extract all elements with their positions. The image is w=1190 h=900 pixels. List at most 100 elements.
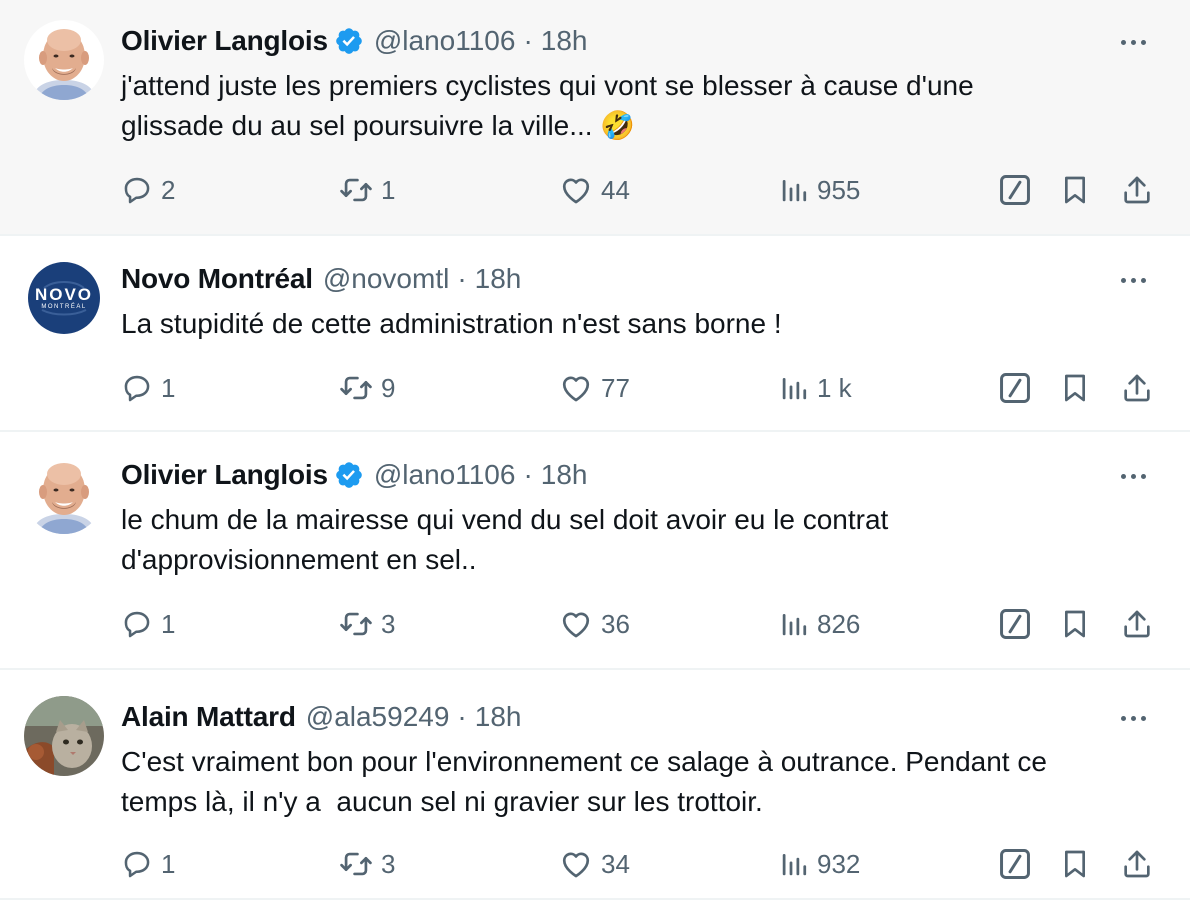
separator: · [523, 25, 533, 56]
tweet-header: Olivier Langlois @lano1106 · 18h [121, 24, 587, 58]
reply-button[interactable]: 1 [121, 370, 175, 406]
more-icon[interactable] [1114, 268, 1152, 292]
tweet-text: La stupidité de cette administration n'e… [121, 304, 1151, 344]
like-count: 36 [601, 608, 630, 639]
tweet-text-line: j'attend juste les premiers cyclistes qu… [121, 70, 974, 101]
author-name[interactable]: Olivier Langlois [121, 458, 328, 492]
tweet-text-line: temps là, il n'y a aucun sel ni gravier … [121, 786, 763, 817]
repost-icon [339, 371, 373, 405]
tweet[interactable]: Olivier Langlois @lano1106 · 18h le chum… [0, 432, 1190, 670]
views-button[interactable]: 1 k [779, 370, 852, 406]
tweet-text-line: d'approvisionnement en sel.. [121, 544, 477, 575]
timestamp[interactable]: 18h [541, 24, 588, 58]
author-name[interactable]: Olivier Langlois [121, 24, 328, 58]
like-icon [559, 173, 593, 207]
repost-button[interactable]: 3 [339, 606, 395, 642]
bookmark-icon[interactable] [1057, 846, 1093, 882]
tweet[interactable]: Olivier Langlois @lano1106 · 18h j'atten… [0, 0, 1190, 236]
repost-button[interactable]: 3 [339, 846, 395, 882]
views-icon [779, 849, 809, 879]
like-count: 44 [601, 174, 630, 205]
like-icon [559, 607, 593, 641]
separator: · [523, 459, 533, 490]
repost-icon [339, 847, 373, 881]
like-count: 77 [601, 372, 630, 403]
like-icon [559, 371, 593, 405]
views-icon [779, 609, 809, 639]
tweet-header: Alain Mattard @ala59249 · 18h [121, 700, 521, 734]
like-icon [559, 847, 593, 881]
bookmark-icon[interactable] [1057, 172, 1093, 208]
repost-button[interactable]: 9 [339, 370, 395, 406]
views-button[interactable]: 932 [779, 846, 860, 882]
separator: · [457, 263, 467, 294]
views-count: 932 [817, 848, 861, 879]
like-button[interactable]: 36 [559, 606, 630, 642]
reply-button[interactable]: 1 [121, 846, 175, 882]
repost-count: 3 [381, 608, 396, 639]
author-handle[interactable]: @lano1106 [374, 458, 516, 492]
repost-count: 1 [381, 174, 396, 205]
repost-count: 9 [381, 372, 396, 403]
reply-button[interactable]: 2 [121, 172, 175, 208]
grok-icon[interactable] [997, 846, 1033, 882]
bald-man-avatar[interactable] [24, 20, 104, 100]
repost-button[interactable]: 1 [339, 172, 395, 208]
author-handle[interactable]: @ala59249 [306, 700, 450, 734]
like-button[interactable]: 44 [559, 172, 630, 208]
novo-montreal-logo[interactable]: NOVO MONTRÉAL [24, 258, 104, 338]
reply-icon [121, 372, 153, 404]
grok-icon[interactable] [997, 172, 1033, 208]
reply-button[interactable]: 1 [121, 606, 175, 642]
timestamp[interactable]: 18h [541, 458, 588, 492]
like-count: 34 [601, 848, 630, 879]
action-bar: 1 9 77 1 k [121, 370, 1161, 406]
separator: · [457, 701, 467, 732]
views-count: 955 [817, 174, 861, 205]
timestamp[interactable]: 18h [475, 262, 522, 296]
author-handle[interactable]: @lano1106 [374, 24, 516, 58]
tweet-text: le chum de la mairesse qui vend du sel d… [121, 500, 1151, 580]
views-button[interactable]: 955 [779, 172, 860, 208]
tweet[interactable]: NOVO MONTRÉAL Novo Montréal @novomtl · 18… [0, 236, 1190, 432]
views-icon [779, 373, 809, 403]
timestamp[interactable]: 18h [475, 700, 522, 734]
like-button[interactable]: 34 [559, 846, 630, 882]
views-count: 1 k [817, 372, 852, 403]
author-name[interactable]: Novo Montréal [121, 262, 313, 296]
cat-and-dog-avatar[interactable] [24, 696, 104, 776]
tweet-text: j'attend juste les premiers cyclistes qu… [121, 66, 1151, 146]
author-handle[interactable]: @novomtl [323, 262, 449, 296]
verified-badge-icon [334, 460, 364, 490]
repost-count: 3 [381, 848, 396, 879]
reply-count: 1 [161, 848, 176, 879]
views-count: 826 [817, 608, 861, 639]
views-button[interactable]: 826 [779, 606, 860, 642]
repost-icon [339, 607, 373, 641]
views-icon [779, 175, 809, 205]
share-icon[interactable] [1119, 370, 1155, 406]
like-button[interactable]: 77 [559, 370, 630, 406]
verified-badge-icon [334, 26, 364, 56]
reply-icon [121, 608, 153, 640]
grok-icon[interactable] [997, 606, 1033, 642]
more-icon[interactable] [1114, 464, 1152, 488]
tweet[interactable]: Alain Mattard @ala59249 · 18h C'est vrai… [0, 670, 1190, 900]
tweet-text-line: La stupidité de cette administration n'e… [121, 308, 782, 339]
more-icon[interactable] [1114, 706, 1152, 730]
grok-icon[interactable] [997, 370, 1033, 406]
share-icon[interactable] [1119, 172, 1155, 208]
share-icon[interactable] [1119, 846, 1155, 882]
reply-thread: Olivier Langlois @lano1106 · 18h j'atten… [0, 0, 1190, 900]
tweet-text-line: le chum de la mairesse qui vend du sel d… [121, 504, 889, 535]
reply-count: 1 [161, 608, 176, 639]
share-icon[interactable] [1119, 606, 1155, 642]
author-name[interactable]: Alain Mattard [121, 700, 296, 734]
action-bar: 1 3 36 826 [121, 606, 1161, 642]
bookmark-icon[interactable] [1057, 606, 1093, 642]
bald-man-avatar[interactable] [24, 454, 104, 534]
more-icon[interactable] [1114, 30, 1152, 54]
reply-icon [121, 848, 153, 880]
reply-icon [121, 174, 153, 206]
bookmark-icon[interactable] [1057, 370, 1093, 406]
